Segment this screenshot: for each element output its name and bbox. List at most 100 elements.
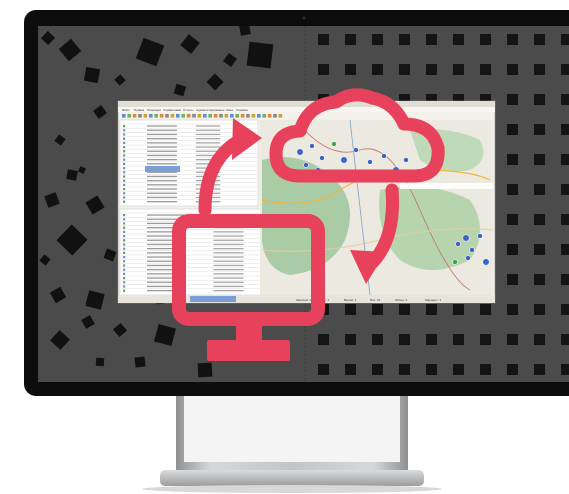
toolbar-icon[interactable] bbox=[176, 114, 180, 118]
toolbar-icon[interactable] bbox=[127, 114, 131, 118]
map-pin[interactable] bbox=[340, 156, 348, 164]
grid-square bbox=[318, 364, 329, 375]
scatter-square bbox=[134, 356, 146, 368]
menu-item[interactable]: Отчеты bbox=[183, 108, 193, 112]
grid-square bbox=[318, 334, 329, 345]
grid-square bbox=[453, 334, 464, 345]
toolbar-icon[interactable] bbox=[240, 114, 245, 118]
row-icon bbox=[123, 214, 126, 217]
toolbar-icon[interactable] bbox=[197, 114, 202, 118]
row-text bbox=[147, 192, 177, 194]
toolbar-icon[interactable] bbox=[149, 114, 153, 118]
map-pin[interactable] bbox=[331, 141, 337, 147]
row-text bbox=[147, 133, 177, 136]
row-icon bbox=[123, 167, 126, 170]
status-item: Маршрут: 1 bbox=[425, 298, 441, 302]
map-pin[interactable] bbox=[319, 155, 325, 161]
toolbar-icon[interactable] bbox=[246, 114, 250, 118]
grid-square bbox=[372, 64, 383, 75]
toolbar-icon[interactable] bbox=[143, 114, 148, 118]
row-text bbox=[213, 235, 244, 237]
grid-square bbox=[561, 64, 569, 75]
toolbar-icon[interactable] bbox=[230, 114, 234, 118]
toolbar-icon[interactable] bbox=[224, 114, 229, 118]
menu-item[interactable]: Файл bbox=[122, 108, 130, 112]
grid-square bbox=[561, 334, 569, 345]
row-icon bbox=[123, 235, 126, 238]
status-item: Записей: 1 bbox=[296, 298, 311, 302]
grid-square bbox=[534, 184, 545, 195]
row-icon bbox=[123, 281, 126, 284]
menu-item[interactable]: Справка bbox=[236, 108, 248, 112]
toolbar-icon[interactable] bbox=[132, 114, 137, 118]
map-pin[interactable] bbox=[309, 143, 315, 149]
row-text bbox=[213, 264, 244, 267]
grid-square bbox=[399, 304, 410, 315]
map-pin[interactable] bbox=[465, 255, 471, 261]
toolbar-icon[interactable] bbox=[138, 114, 142, 118]
toolbar-icon[interactable] bbox=[257, 114, 261, 118]
toolbar-icon[interactable] bbox=[165, 114, 169, 118]
grid-square bbox=[507, 184, 518, 195]
menu-item[interactable]: Окна bbox=[226, 108, 233, 112]
row-icon bbox=[123, 175, 126, 178]
toolbar-icon[interactable] bbox=[208, 114, 212, 118]
row-icon bbox=[123, 285, 126, 288]
toolbar-icon[interactable] bbox=[154, 114, 158, 118]
row-text bbox=[213, 239, 244, 241]
map-pin[interactable] bbox=[381, 153, 387, 159]
map-pin[interactable] bbox=[452, 259, 458, 265]
row-icon bbox=[123, 226, 126, 229]
map-pin[interactable] bbox=[455, 241, 461, 247]
scatter-square bbox=[66, 169, 78, 181]
status-item: Время: 1 bbox=[344, 298, 357, 302]
menu-item[interactable]: Справочники bbox=[163, 108, 181, 112]
toolbar-icon[interactable] bbox=[159, 114, 164, 118]
row-text bbox=[213, 260, 244, 262]
row-text bbox=[213, 256, 244, 258]
map-pin[interactable] bbox=[482, 258, 490, 266]
row-icon bbox=[123, 171, 126, 174]
map-pin[interactable] bbox=[367, 159, 373, 165]
toolbar-icon[interactable] bbox=[181, 114, 185, 118]
menu-item[interactable]: Администрирование bbox=[196, 108, 225, 112]
toolbar-icon[interactable] bbox=[122, 114, 126, 118]
map-pin[interactable] bbox=[462, 234, 470, 242]
map-pin[interactable] bbox=[353, 147, 359, 153]
grid-square bbox=[534, 364, 545, 375]
row-icon bbox=[123, 158, 126, 161]
scatter-square bbox=[197, 362, 213, 378]
toolbar-icon[interactable] bbox=[278, 114, 283, 118]
scatter-square bbox=[83, 66, 101, 84]
toolbar-icon[interactable] bbox=[262, 114, 266, 118]
map-pin[interactable] bbox=[303, 162, 309, 168]
grid-square bbox=[534, 64, 545, 75]
grid-square bbox=[426, 334, 437, 345]
toolbar-icon[interactable] bbox=[267, 114, 272, 118]
toolbar-icon[interactable] bbox=[251, 114, 256, 118]
grid-square bbox=[534, 34, 545, 45]
menu-item[interactable]: Правка bbox=[134, 108, 144, 112]
row-icon bbox=[123, 141, 126, 144]
map-pin[interactable] bbox=[477, 233, 483, 239]
row-text bbox=[213, 252, 244, 254]
grid-square bbox=[561, 244, 569, 255]
grid-square bbox=[534, 304, 545, 315]
row-icon bbox=[123, 239, 126, 242]
toolbar-icon[interactable] bbox=[219, 114, 223, 118]
toolbar-icon[interactable] bbox=[192, 114, 196, 118]
map-pin[interactable] bbox=[469, 247, 475, 253]
menu-item[interactable]: Операции bbox=[147, 108, 161, 112]
grid-square bbox=[507, 34, 518, 45]
grid-square bbox=[480, 334, 491, 345]
map-pin[interactable] bbox=[403, 157, 409, 163]
toolbar-icon[interactable] bbox=[273, 114, 277, 118]
toolbar-icon[interactable] bbox=[213, 114, 218, 118]
toolbar-icon[interactable] bbox=[170, 114, 175, 118]
scatter-square bbox=[246, 41, 274, 69]
toolbar-icon[interactable] bbox=[235, 114, 239, 118]
toolbar-icon[interactable] bbox=[203, 114, 207, 118]
status-tab-active[interactable] bbox=[190, 296, 236, 302]
toolbar-icon[interactable] bbox=[186, 114, 191, 118]
map-pin[interactable] bbox=[296, 148, 304, 156]
